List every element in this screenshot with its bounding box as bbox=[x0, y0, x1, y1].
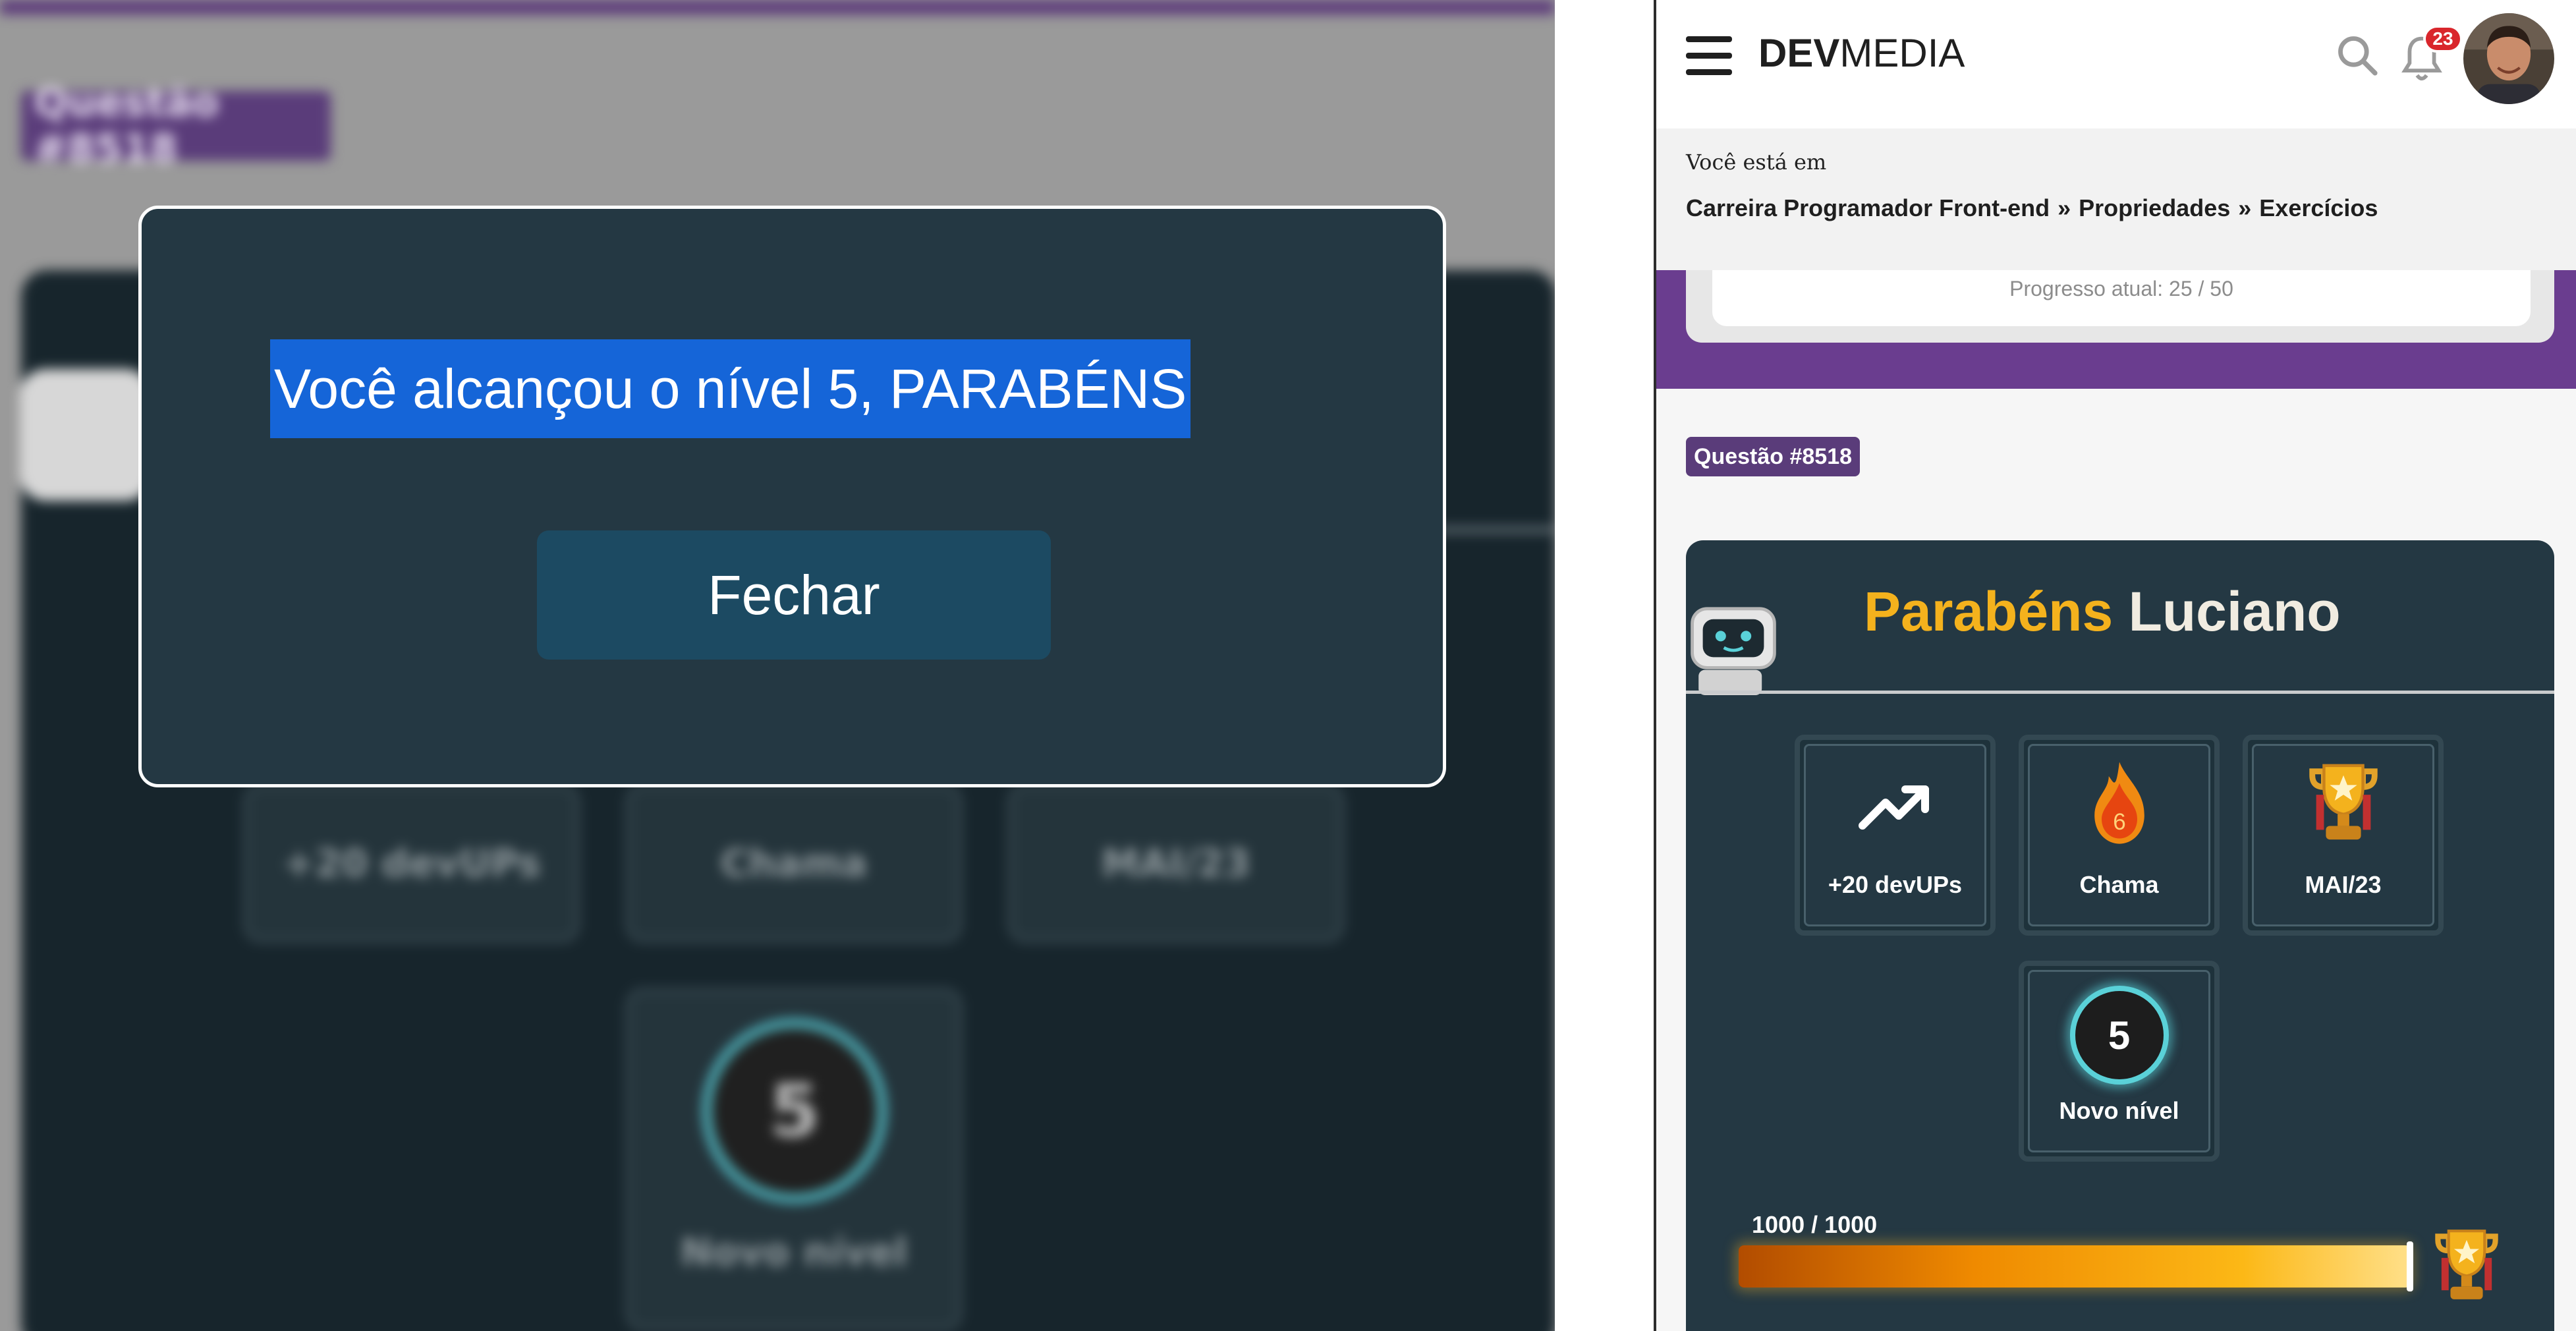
congrats-title: Parabéns Luciano bbox=[1864, 580, 2341, 644]
level-label-blurred: Novo nível bbox=[680, 1230, 908, 1274]
level-ring: 5 bbox=[2069, 986, 2169, 1085]
top-header: DEVMEDIA 23 bbox=[1656, 0, 2576, 128]
devmedia-logo[interactable]: DEVMEDIA bbox=[1758, 30, 1965, 76]
close-button[interactable]: Fechar bbox=[537, 530, 1051, 660]
notification-badge: 23 bbox=[2423, 25, 2463, 53]
tile-month-blurred: MAI/23 bbox=[1008, 784, 1344, 942]
trophy-icon bbox=[2435, 1230, 2498, 1299]
breadcrumb: Carreira Programador Front-end » Proprieda… bbox=[1686, 194, 2378, 222]
result-card: Parabéns Luciano +20 devUPs 6 Chama MAI/… bbox=[1686, 540, 2554, 1331]
tile-label: +20 devUPs bbox=[1828, 871, 1963, 898]
breadcrumb-item-properties[interactable]: Propriedades bbox=[2079, 194, 2230, 221]
congrats-word: Parabéns bbox=[1864, 581, 2114, 642]
tile-flame-blurred: Chama bbox=[626, 784, 962, 942]
flame-count: 6 bbox=[2113, 809, 2126, 835]
trophy-icon bbox=[2309, 764, 2378, 840]
xp-progress-fill bbox=[1739, 1241, 2413, 1291]
xp-progress-bar bbox=[1739, 1241, 2413, 1291]
progress-text: Progresso atual: 25 / 50 bbox=[2009, 277, 2233, 300]
user-name: Luciano bbox=[2128, 581, 2341, 642]
level-up-modal: Você alcançou o nível 5, PARABÉNS Fechar bbox=[138, 206, 1446, 787]
modal-message[interactable]: Você alcançou o nível 5, PARABÉNS bbox=[270, 339, 1191, 438]
question-tag: Questão #8518 bbox=[1686, 437, 1861, 476]
tile-level-blurred: 5 Novo nível bbox=[626, 988, 962, 1331]
tile-devups-blurred: +20 devUPs bbox=[244, 784, 580, 942]
tile-month: MAI/23 bbox=[2243, 735, 2444, 936]
robot-icon bbox=[20, 369, 152, 501]
tile-level: 5 Novo nível bbox=[2019, 961, 2220, 1162]
page-panel: Progresso atual: 25 / 50 DEVMEDIA 23 Voc… bbox=[1654, 0, 2576, 1331]
hamburger-menu-icon[interactable] bbox=[1686, 36, 1732, 76]
robot-icon bbox=[1691, 607, 1776, 695]
question-tag-blurred: Questão #8518 bbox=[21, 80, 331, 172]
breadcrumb-intro: Você está em bbox=[1686, 150, 1827, 175]
breadcrumb-item-exercises[interactable]: Exercícios bbox=[2259, 194, 2378, 221]
brand-bold: DEV bbox=[1758, 31, 1840, 75]
divider bbox=[1686, 691, 2554, 694]
search-icon[interactable] bbox=[2335, 33, 2380, 78]
breadcrumb-area: Você está em Carreira Programador Front-… bbox=[1656, 128, 2576, 270]
trending-up-icon bbox=[1858, 785, 1929, 830]
flame-icon: 6 bbox=[2094, 762, 2144, 844]
tile-label: MAI/23 bbox=[2305, 871, 2382, 898]
tile-flame: 6 Chama bbox=[2019, 735, 2220, 936]
xp-progress-marker bbox=[2407, 1241, 2413, 1291]
level-ring-blurred: 5 bbox=[702, 1019, 887, 1203]
top-accent-bar bbox=[0, 0, 1555, 14]
tile-label: Novo nível bbox=[2059, 1097, 2179, 1124]
breadcrumb-item-career[interactable]: Carreira Programador Front-end bbox=[1686, 194, 2050, 221]
breadcrumb-separator: » bbox=[2238, 194, 2252, 221]
tile-devups: +20 devUPs bbox=[1795, 735, 1996, 936]
xp-label: 1000 / 1000 bbox=[1752, 1211, 1878, 1238]
breadcrumb-separator: » bbox=[2058, 194, 2071, 221]
tile-label: Chama bbox=[2079, 871, 2159, 898]
user-avatar[interactable] bbox=[2463, 13, 2554, 104]
brand-light: MEDIA bbox=[1839, 31, 1965, 75]
dimmed-page-background: Questão #8518 +20 devUPs Chama MAI/23 5 … bbox=[0, 0, 1555, 1331]
